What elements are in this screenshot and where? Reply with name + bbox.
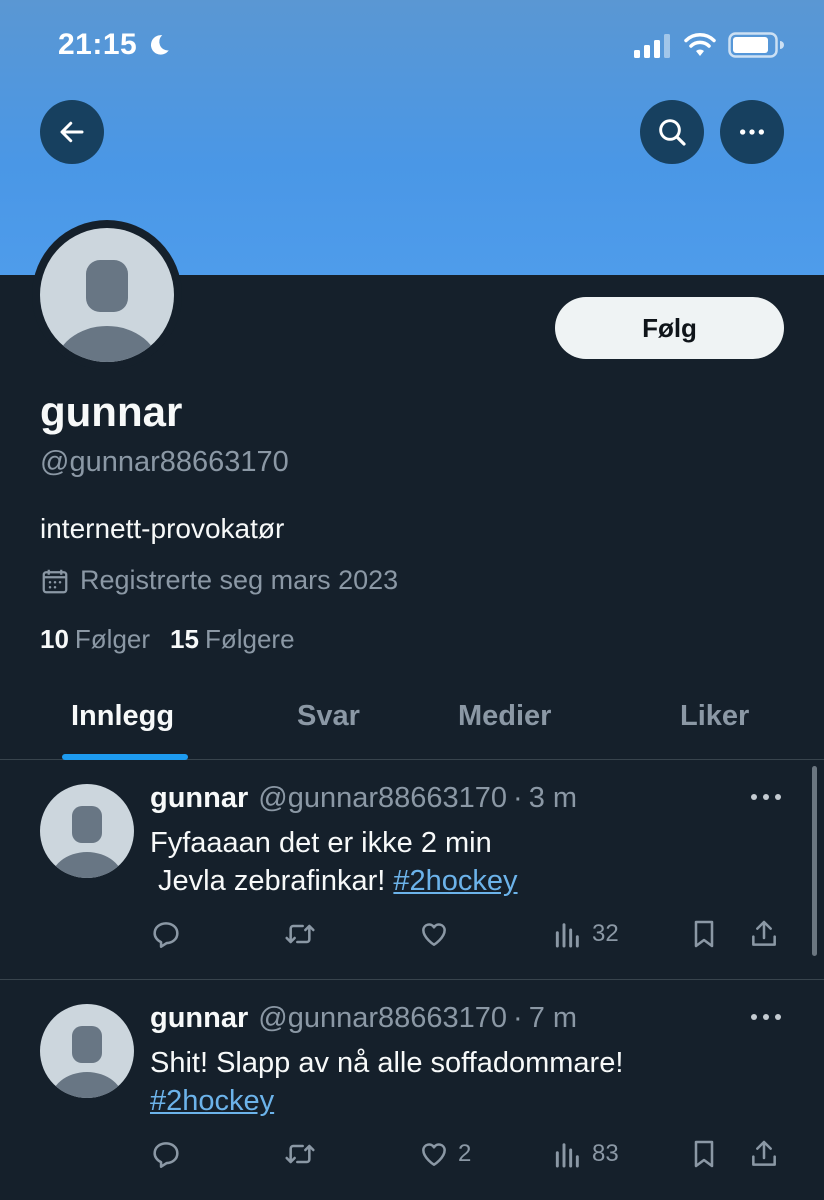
follow-stats: 10 Følger 15 Følgere bbox=[40, 624, 315, 655]
following-count: 10 bbox=[40, 624, 69, 654]
retweet-button[interactable] bbox=[284, 1138, 316, 1170]
default-avatar-icon bbox=[55, 260, 159, 362]
more-horizontal-icon bbox=[740, 129, 764, 135]
view-count: 32 bbox=[592, 920, 619, 947]
tweet[interactable]: gunnar @gunnar88663170 · 3 m Fyfaaaan de… bbox=[0, 762, 824, 980]
tab-likes[interactable]: Liker bbox=[680, 700, 749, 733]
tweet-text-line: Jevla zebrafinkar! bbox=[150, 865, 394, 897]
reply-button[interactable] bbox=[150, 918, 182, 950]
calendar-icon bbox=[42, 569, 68, 593]
more-horizontal-icon[interactable] bbox=[748, 1010, 784, 1024]
tweet-header: gunnar @gunnar88663170 · 7 m bbox=[150, 1002, 577, 1035]
share-button[interactable] bbox=[748, 918, 780, 950]
default-avatar-icon bbox=[50, 806, 124, 878]
tweet-avatar[interactable] bbox=[40, 1004, 134, 1098]
back-button[interactable] bbox=[40, 100, 104, 164]
joined-date-row: Registrerte seg mars 2023 bbox=[40, 565, 398, 596]
like-button[interactable]: 2 bbox=[418, 1138, 471, 1170]
profile-bio: internett-provokatør bbox=[40, 513, 285, 544]
default-avatar-icon bbox=[50, 1026, 124, 1098]
view-count: 83 bbox=[592, 1140, 619, 1167]
share-icon bbox=[752, 1140, 776, 1166]
retweet-button[interactable] bbox=[284, 918, 316, 950]
tweet-actions: 2 83 bbox=[0, 1138, 824, 1178]
arrow-left-icon bbox=[60, 121, 84, 143]
views-icon bbox=[555, 1143, 579, 1168]
tab-replies[interactable]: Svar bbox=[297, 700, 360, 733]
tweet[interactable]: gunnar @gunnar88663170 · 7 m Shit! Slapp… bbox=[0, 982, 824, 1200]
tweet-text-line: Fyfaaaan det er ikke 2 min bbox=[150, 827, 492, 859]
heart-icon bbox=[422, 1143, 446, 1166]
tweet-author-name[interactable]: gunnar bbox=[150, 1002, 248, 1035]
tab-posts[interactable]: Innlegg bbox=[71, 700, 174, 733]
profile-tabs: Innlegg Svar Medier Liker bbox=[0, 680, 824, 760]
wifi-icon bbox=[684, 33, 716, 56]
followers-count: 15 bbox=[170, 624, 199, 654]
status-bar-time: 21:15 bbox=[58, 28, 138, 61]
tweet-author-handle[interactable]: @gunnar88663170 bbox=[258, 1002, 507, 1035]
bookmark-button[interactable] bbox=[688, 1138, 720, 1170]
followers-label: Følgere bbox=[204, 624, 295, 654]
joined-date: Registrerte seg mars 2023 bbox=[80, 565, 399, 595]
hashtag-link[interactable]: #2hockey bbox=[393, 865, 517, 897]
tweet-text: Fyfaaaan det er ikke 2 min Jevla zebrafi… bbox=[150, 824, 518, 900]
retweet-icon bbox=[285, 1144, 315, 1164]
views-button[interactable]: 32 bbox=[552, 918, 619, 950]
hashtag-link[interactable]: #2hockey bbox=[150, 1085, 274, 1117]
tab-media[interactable]: Medier bbox=[458, 700, 551, 733]
profile-display-name: gunnar bbox=[40, 388, 183, 435]
separator-dot: · bbox=[513, 1002, 523, 1034]
tweet-actions: 32 bbox=[0, 918, 824, 958]
more-horizontal-icon[interactable] bbox=[748, 790, 784, 804]
profile-handle: @gunnar88663170 bbox=[40, 446, 289, 478]
tweet-text-line: Shit! Slapp av nå alle soffadommare! bbox=[150, 1047, 624, 1079]
search-button[interactable] bbox=[640, 100, 704, 164]
tweet-author-handle[interactable]: @gunnar88663170 bbox=[258, 782, 507, 815]
tweet-text: Shit! Slapp av nå alle soffadommare! #2h… bbox=[150, 1044, 623, 1120]
search-icon bbox=[659, 119, 686, 146]
battery-icon bbox=[728, 32, 784, 58]
active-tab-indicator bbox=[62, 754, 188, 760]
like-count: 2 bbox=[458, 1140, 472, 1167]
tweet-header: gunnar @gunnar88663170 · 3 m bbox=[150, 782, 577, 815]
bookmark-icon bbox=[694, 920, 714, 948]
profile-avatar[interactable] bbox=[32, 220, 182, 370]
follow-button[interactable]: Følg bbox=[555, 297, 784, 359]
following-label: Følger bbox=[74, 624, 151, 654]
reply-icon bbox=[153, 922, 179, 948]
share-button[interactable] bbox=[748, 1138, 780, 1170]
retweet-icon bbox=[285, 924, 315, 944]
like-button[interactable] bbox=[418, 918, 458, 950]
reply-icon bbox=[153, 1142, 179, 1168]
bookmark-icon bbox=[694, 1140, 714, 1168]
share-icon bbox=[752, 920, 776, 946]
views-icon bbox=[555, 923, 579, 948]
views-button[interactable]: 83 bbox=[552, 1138, 619, 1170]
separator-dot: · bbox=[513, 782, 523, 814]
tweet-time[interactable]: 7 m bbox=[529, 1002, 577, 1035]
reply-button[interactable] bbox=[150, 1138, 182, 1170]
following-link[interactable]: 10 Følger bbox=[40, 624, 150, 655]
bookmark-button[interactable] bbox=[688, 918, 720, 950]
heart-icon bbox=[422, 923, 446, 946]
followers-link[interactable]: 15 Følgere bbox=[170, 624, 295, 655]
cellular-signal-icon bbox=[634, 34, 670, 58]
more-options-button[interactable] bbox=[720, 100, 784, 164]
tweet-avatar[interactable] bbox=[40, 784, 134, 878]
moon-icon bbox=[150, 35, 169, 55]
tweet-author-name[interactable]: gunnar bbox=[150, 782, 248, 815]
tweet-time[interactable]: 3 m bbox=[529, 782, 577, 815]
